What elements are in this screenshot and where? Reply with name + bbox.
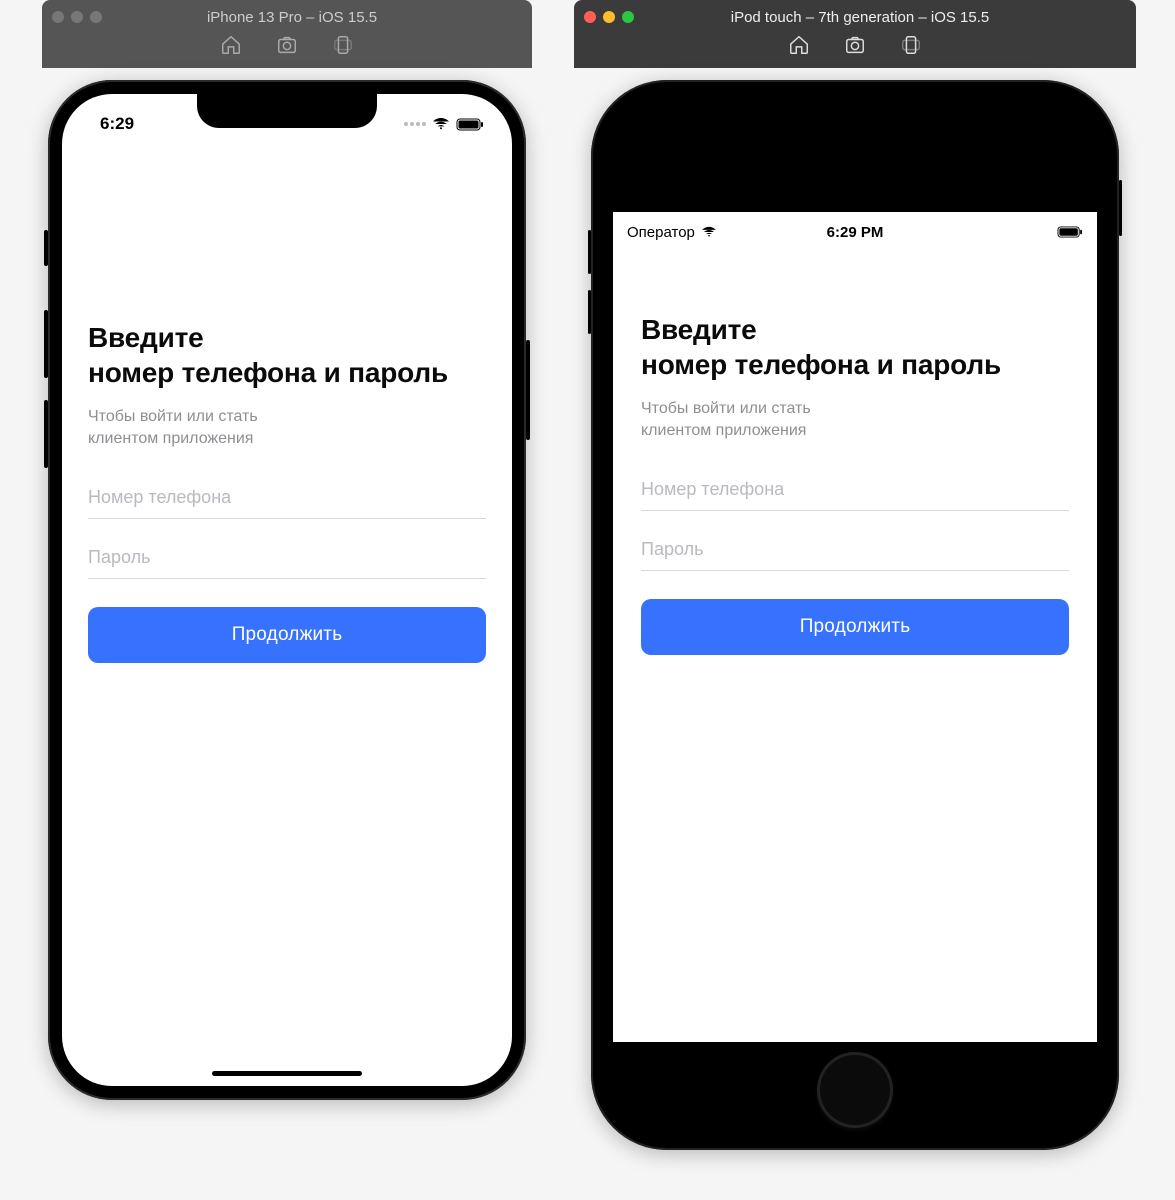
status-bar: Оператор 6:29 PM xyxy=(613,212,1097,244)
login-heading: Введите номер телефона и пароль xyxy=(641,312,1069,382)
rotate-icon[interactable] xyxy=(900,34,922,56)
simulator-titlebar[interactable]: iPhone 13 Pro – iOS 15.5 xyxy=(42,0,532,68)
status-time: 6:29 xyxy=(100,114,134,134)
home-indicator[interactable] xyxy=(212,1071,362,1076)
login-subtitle: Чтобы войти или стать клиентом приложени… xyxy=(88,406,486,451)
device-frame-iphone13pro: 6:29 Введите номер телефона и пароль xyxy=(48,80,526,1100)
wifi-icon xyxy=(432,117,450,131)
screenshot-icon[interactable] xyxy=(844,34,866,56)
home-button[interactable] xyxy=(817,1052,893,1128)
continue-button[interactable]: Продолжить xyxy=(88,607,486,663)
volume-down-button xyxy=(44,400,48,468)
login-form: Введите номер телефона и пароль Чтобы во… xyxy=(613,312,1097,655)
device-screen: Оператор 6:29 PM Введите номер телефона … xyxy=(613,212,1097,1042)
status-carrier: Оператор xyxy=(627,224,695,241)
login-subtitle-line2: клиентом приложения xyxy=(641,422,806,439)
screenshot-icon[interactable] xyxy=(276,34,298,56)
continue-button[interactable]: Продолжить xyxy=(641,599,1069,655)
login-heading-line2: номер телефона и пароль xyxy=(641,347,1069,382)
power-button xyxy=(1119,180,1122,236)
login-heading-line2: номер телефона и пароль xyxy=(88,357,448,388)
battery-icon xyxy=(456,118,484,131)
login-subtitle-line2: клиентом приложения xyxy=(88,430,253,447)
wifi-icon xyxy=(701,226,717,238)
device-screen: 6:29 Введите номер телефона и пароль xyxy=(62,94,512,1086)
simulator-window-iphone13pro: iPhone 13 Pro – iOS 15.5 6:29 xyxy=(42,0,532,1100)
login-form: Введите номер телефона и пароль Чтобы во… xyxy=(62,320,512,663)
simulator-title: iPod touch – 7th generation – iOS 15.5 xyxy=(594,9,1126,26)
notch xyxy=(197,94,377,128)
simulator-window-ipod7: iPod touch – 7th generation – iOS 15.5 О… xyxy=(574,0,1136,1150)
mute-switch xyxy=(44,230,48,266)
login-heading: Введите номер телефона и пароль xyxy=(88,320,486,390)
device-frame-ipod7: Оператор 6:29 PM Введите номер телефона … xyxy=(591,80,1119,1150)
simulator-titlebar[interactable]: iPod touch – 7th generation – iOS 15.5 xyxy=(574,0,1136,68)
login-subtitle-line1: Чтобы войти или стать xyxy=(88,408,258,425)
phone-input[interactable] xyxy=(641,473,1069,511)
power-button xyxy=(526,340,530,440)
password-input[interactable] xyxy=(641,533,1069,571)
top-bezel xyxy=(613,102,1097,212)
simulator-title: iPhone 13 Pro – iOS 15.5 xyxy=(62,9,522,26)
battery-icon xyxy=(1057,226,1083,238)
volume-up-button xyxy=(588,230,591,274)
login-subtitle-line1: Чтобы войти или стать xyxy=(641,400,811,417)
volume-up-button xyxy=(44,310,48,378)
rotate-icon[interactable] xyxy=(332,34,354,56)
volume-down-button xyxy=(588,290,591,334)
cellular-dots-icon xyxy=(404,122,426,126)
login-heading-line1: Введите xyxy=(641,312,1069,347)
home-icon[interactable] xyxy=(220,34,242,56)
home-icon[interactable] xyxy=(788,34,810,56)
status-time: 6:29 PM xyxy=(827,224,884,241)
phone-input[interactable] xyxy=(88,481,486,519)
login-subtitle: Чтобы войти или стать клиентом приложени… xyxy=(641,398,1069,443)
login-heading-line1: Введите xyxy=(88,322,204,353)
password-input[interactable] xyxy=(88,541,486,579)
